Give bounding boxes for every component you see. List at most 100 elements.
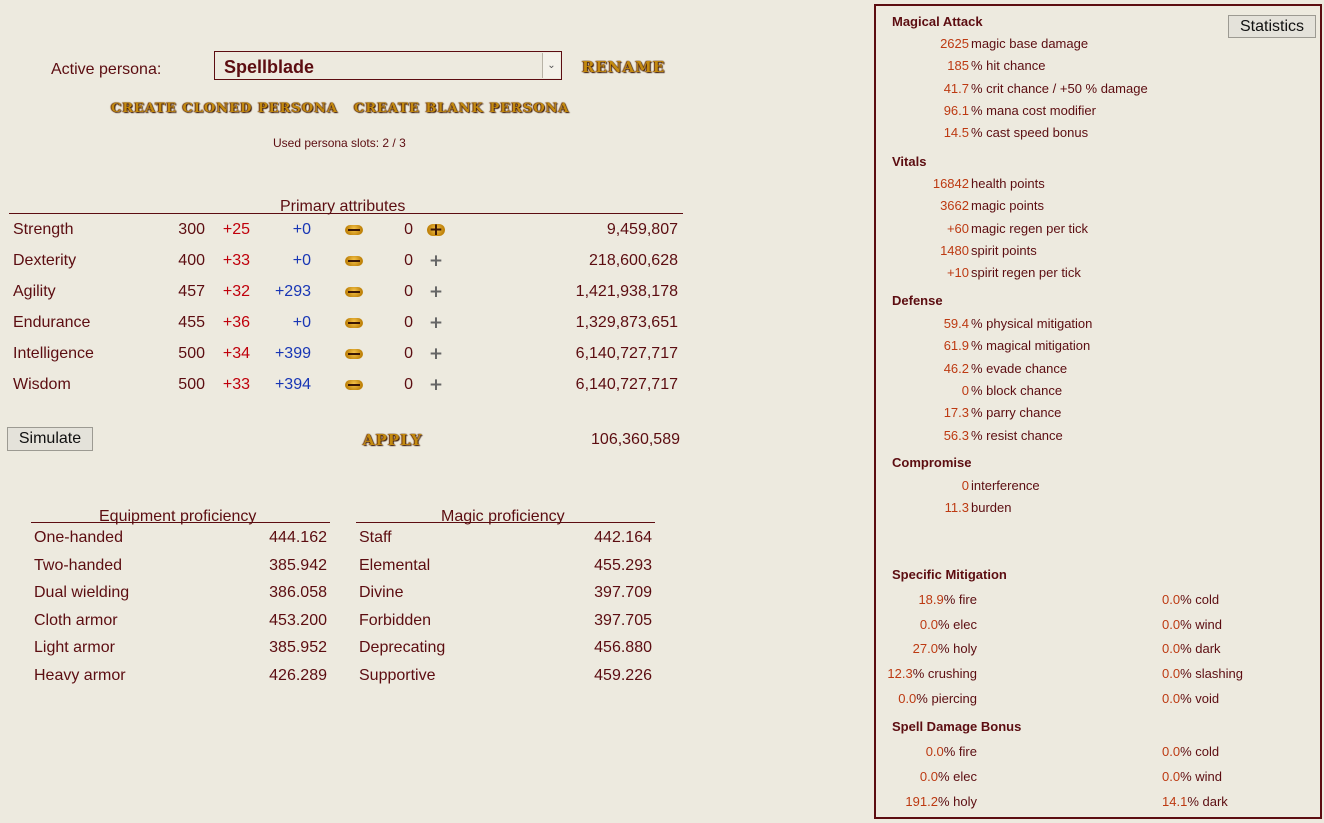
stat-value: 191.2 bbox=[905, 794, 938, 809]
attribute-base: 500 bbox=[178, 345, 205, 362]
stat-value: 14.1 bbox=[1162, 794, 1188, 809]
attribute-equipment-bonus: +0 bbox=[292, 252, 311, 269]
proficiency-value: 444.162 bbox=[269, 529, 327, 546]
stat-value: 56.3 bbox=[943, 427, 969, 443]
attribute-name: Dexterity bbox=[13, 252, 77, 269]
attribute-bonus: +33 bbox=[222, 376, 250, 393]
attribute-name: Endurance bbox=[13, 314, 91, 331]
attribute-equipment-bonus: +0 bbox=[292, 221, 311, 238]
active-persona-label: Active persona: bbox=[51, 61, 162, 78]
attribute-equipment-bonus: +293 bbox=[274, 283, 311, 300]
stat-value: 0.0 bbox=[1162, 769, 1181, 784]
stat-value: 0.0 bbox=[1162, 592, 1181, 607]
stat-cell: 0.0% cold bbox=[1162, 744, 1219, 759]
plus-icon[interactable]: + bbox=[427, 253, 445, 270]
plus-icon[interactable]: + bbox=[427, 315, 445, 332]
attribute-bonus: +32 bbox=[222, 283, 250, 300]
attribute-base: 400 bbox=[178, 252, 205, 269]
stat-label: % hit chance bbox=[971, 58, 1046, 74]
proficiency-name: Staff bbox=[359, 529, 392, 546]
proficiency-name: Light armor bbox=[34, 639, 115, 656]
stat-value: +10 bbox=[946, 265, 969, 281]
apply-button[interactable]: APPLY bbox=[363, 431, 423, 449]
proficiency-name: Forbidden bbox=[359, 611, 432, 629]
attribute-equipment-bonus: +399 bbox=[274, 345, 311, 362]
stat-row: 1480 spirit points bbox=[876, 243, 1316, 263]
chevron-down-icon[interactable]: ⌄ bbox=[542, 53, 560, 78]
attribute-row: Intelligence 500 +34 +399 0 +6,140,727,717 bbox=[0, 345, 690, 376]
proficiency-value: 426.289 bbox=[269, 666, 327, 684]
attribute-cost: 218,600,628 bbox=[589, 252, 678, 269]
plus-icon[interactable]: + bbox=[427, 346, 445, 363]
minus-icon[interactable] bbox=[345, 318, 363, 328]
plus-icon[interactable]: + bbox=[427, 222, 445, 239]
stat-label: interference bbox=[971, 478, 1040, 493]
equipment-proficiency-divider bbox=[31, 522, 330, 523]
minus-icon[interactable] bbox=[345, 256, 363, 266]
attribute-row: Endurance 455 +36 +0 0 +1,329,873,651 bbox=[0, 314, 690, 345]
stat-label: % resist chance bbox=[971, 427, 1063, 443]
attribute-base: 300 bbox=[178, 221, 205, 238]
stat-row: 14.5% cast speed bonus bbox=[876, 125, 1316, 145]
stat-label: % holy bbox=[937, 641, 977, 657]
stat-value: +60 bbox=[946, 220, 969, 236]
stat-row: 11.3 burden bbox=[876, 500, 1316, 520]
vitals-title: Vitals bbox=[892, 154, 927, 169]
stat-value: 0.0 bbox=[919, 616, 938, 632]
proficiency-value: 456.880 bbox=[594, 639, 652, 656]
stat-label: % crit chance / +50 % damage bbox=[971, 80, 1148, 96]
stat-label: % dark bbox=[1187, 794, 1228, 809]
attribute-increment: 0 bbox=[404, 345, 413, 362]
proficiency-row: Divine 397.709 bbox=[359, 584, 652, 611]
stat-cell: 191.2% holy bbox=[857, 794, 977, 809]
stat-label: % void bbox=[1180, 690, 1220, 706]
rename-button[interactable]: RENAME bbox=[582, 58, 665, 76]
stat-label: magic regen per tick bbox=[971, 220, 1089, 236]
stat-row: 41.7% crit chance / +50 % damage bbox=[876, 81, 1316, 101]
attribute-name: Intelligence bbox=[13, 345, 94, 362]
stat-label: burden bbox=[971, 500, 1012, 516]
stat-value: 11.3 bbox=[944, 500, 969, 516]
minus-icon[interactable] bbox=[345, 349, 363, 359]
minus-icon[interactable] bbox=[345, 287, 363, 297]
defense-title: Defense bbox=[892, 293, 943, 308]
statistics-button[interactable]: Statistics bbox=[1228, 15, 1316, 38]
create-cloned-persona-button[interactable]: CREATE CLONED PERSONA bbox=[111, 101, 338, 116]
stat-value: 61.9 bbox=[943, 338, 969, 354]
stat-value: 0.0 bbox=[898, 690, 917, 706]
stat-row: 96.1% mana cost modifier bbox=[876, 103, 1316, 123]
simulate-button[interactable]: Simulate bbox=[7, 427, 93, 451]
proficiency-row: Elemental 455.293 bbox=[359, 557, 652, 584]
stat-cell: 0.0% wind bbox=[1162, 617, 1222, 632]
proficiency-name: Heavy armor bbox=[34, 666, 126, 684]
specific-mitigation-title: Specific Mitigation bbox=[892, 567, 1007, 582]
stat-row: +10 spirit regen per tick bbox=[876, 265, 1316, 285]
attribute-equipment-bonus: +394 bbox=[274, 376, 311, 393]
proficiency-name: Deprecating bbox=[359, 639, 446, 656]
attribute-name: Wisdom bbox=[13, 376, 71, 393]
stat-row: +60 magic regen per tick bbox=[876, 221, 1316, 241]
stat-value: 0.0 bbox=[919, 769, 938, 784]
stat-label: % evade chance bbox=[971, 360, 1068, 376]
stat-value: 0.0 bbox=[925, 744, 944, 759]
stat-value: 17.3 bbox=[943, 405, 969, 421]
persona-select[interactable]: Spellblade ⌄ bbox=[214, 51, 562, 80]
stat-label: % cold bbox=[1180, 744, 1220, 759]
stat-cell: 0.0% void bbox=[1162, 691, 1219, 706]
stat-value: 0.0 bbox=[1162, 690, 1181, 706]
stat-value: 0 bbox=[961, 478, 969, 493]
attribute-row: Wisdom 500 +33 +394 0 +6,140,727,717 bbox=[0, 376, 690, 407]
minus-icon[interactable] bbox=[345, 380, 363, 390]
proficiency-value: 397.705 bbox=[594, 611, 652, 629]
stat-value: 14.5 bbox=[943, 125, 969, 141]
stat-label: magic points bbox=[971, 198, 1044, 214]
create-blank-persona-button[interactable]: CREATE BLANK PERSONA bbox=[354, 101, 570, 116]
stat-label: % physical mitigation bbox=[971, 316, 1093, 331]
minus-icon[interactable] bbox=[345, 225, 363, 235]
plus-icon[interactable]: + bbox=[427, 284, 445, 301]
stat-row: 17.3% parry chance bbox=[876, 405, 1316, 425]
attribute-cost: 6,140,727,717 bbox=[575, 376, 678, 393]
proficiency-value: 385.942 bbox=[269, 556, 327, 574]
attribute-increment: 0 bbox=[404, 252, 413, 269]
plus-icon[interactable]: + bbox=[427, 377, 445, 394]
